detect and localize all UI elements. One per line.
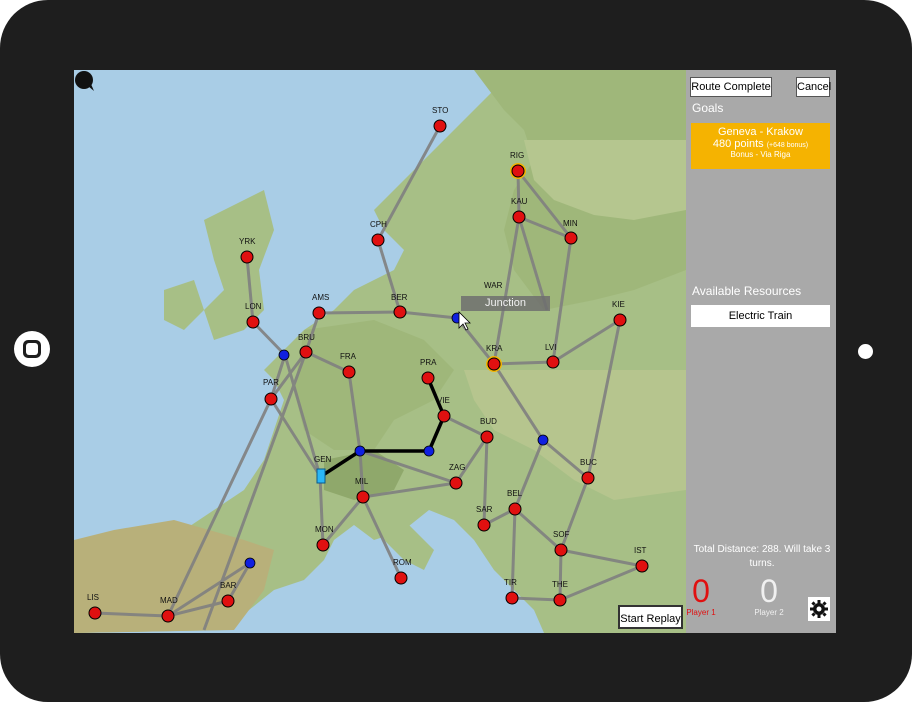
home-button[interactable] [14,331,50,367]
city-label: MIL [355,477,369,486]
tablet-frame: STO RIG KAU MIN CPH YRK LON AMS BER WAR … [0,0,912,702]
city-label: KAU [511,197,528,206]
city-label: BUC [580,458,597,467]
resources-title: Available Resources [692,284,802,298]
city-label: SAR [476,505,493,514]
city-label: KRA [486,344,503,353]
europe-map[interactable]: STO RIG KAU MIN CPH YRK LON AMS BER WAR … [74,70,686,633]
city-label: LVI [545,343,557,352]
city-label: YRK [239,237,256,246]
city-label: AMS [312,293,330,302]
city-label: BER [391,293,408,302]
city-label: GEN [314,455,332,464]
city-label: CPH [370,220,387,229]
player-1-score: 0 Player 1 [681,574,721,617]
city-label: WAR [484,281,503,290]
player-piece [316,468,326,484]
camera-dot [858,344,873,359]
goal-card[interactable]: Geneva - Krakow 480 points (+648 bonus) … [691,123,830,169]
side-panel: Route Complete Cancel Goals Geneva - Kra… [686,70,836,633]
cancel-button[interactable]: Cancel [796,77,831,97]
goal-points-value: 480 points [712,138,764,150]
city-label: BRU [298,333,315,342]
city-label: VIE [437,396,450,405]
goal-bonus-points: (+648 bonus) [766,142,809,149]
city-label: FRA [340,352,356,361]
map-canvas [74,70,686,633]
city-label: BAR [220,581,237,590]
goal-route: Geneva - Krakow [718,126,803,138]
resource-item-electric-train[interactable]: Electric Train [691,305,830,327]
distance-text: Total Distance: 288. Will take 3 turns. [693,544,831,569]
city-label: PRA [420,358,437,367]
junction-label: Junction [461,296,550,311]
goal-bonus: Bonus - Via Riga [730,150,791,159]
goal-points: 480 points (+648 bonus) [691,138,830,150]
city-label: ROM [393,558,412,567]
city-label: SOF [553,530,570,539]
settings-gear-icon[interactable] [808,597,830,621]
city-label: BEL [507,489,523,498]
city-label: IST [634,546,647,555]
city-label: THE [552,580,568,589]
route-complete-button[interactable]: Route Complete [690,77,772,97]
start-replay-button[interactable]: Start Replay [618,605,683,629]
city-label: STO [432,106,449,115]
goals-title: Goals [692,101,724,115]
city-label: TIR [504,578,517,587]
city-label: BUD [480,417,497,426]
game-screen: STO RIG KAU MIN CPH YRK LON AMS BER WAR … [74,70,836,633]
city-label: LON [245,302,262,311]
player-2-name: Player 2 [754,608,784,617]
player-1-score-value: 0 [692,573,710,609]
city-label: LIS [87,593,100,602]
city-label: RIG [510,151,525,160]
player-1-name: Player 1 [686,608,716,617]
city-label: MAD [160,596,178,605]
city-label: ZAG [449,463,466,472]
player-2-score-value: 0 [760,573,778,609]
player-2-score: 0 Player 2 [749,574,789,617]
city-label: MON [315,525,334,534]
city-label: MIN [563,219,578,228]
chat-icon[interactable] [74,70,96,92]
city-label: KIE [612,300,625,309]
city-label: PAR [263,378,279,387]
